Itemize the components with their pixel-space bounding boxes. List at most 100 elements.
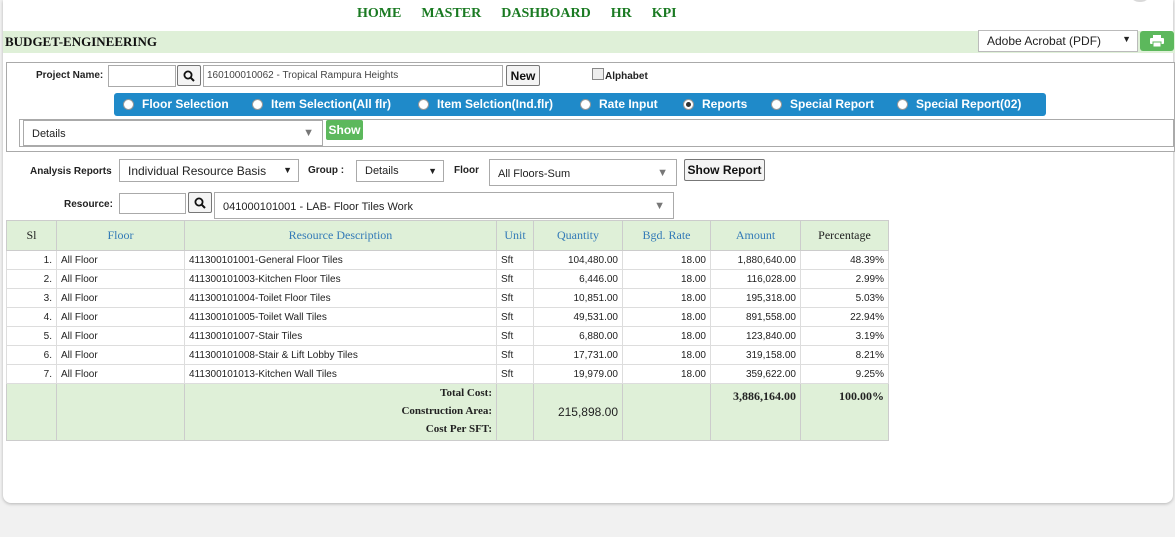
print-button[interactable]: [1140, 31, 1174, 51]
percentage-cell: 22.94%: [800, 307, 889, 327]
total-quantity: 215,898.00: [533, 383, 623, 441]
resource-description-cell: 411300101005-Toilet Wall Tiles: [184, 307, 497, 327]
floor-select[interactable]: All Floors-Sum ▼: [489, 159, 677, 186]
bgd-rate-cell: 18.00: [622, 288, 711, 308]
quantity-cell: 17,731.00: [533, 345, 623, 365]
show-report-button[interactable]: Show Report: [684, 159, 765, 181]
radio-icon: [771, 98, 782, 110]
export-format-value: Adobe Acrobat (PDF): [987, 34, 1102, 48]
nav-hr[interactable]: HR: [611, 6, 632, 22]
table-footer-row: Total Cost: Construction Area: Cost Per …: [6, 383, 889, 441]
column-header-unit: Unit: [496, 220, 534, 251]
search-icon: [183, 70, 195, 82]
unit-cell: Sft: [496, 288, 534, 308]
resource-label: Resource:: [64, 199, 113, 210]
alphabet-checkbox[interactable]: [592, 68, 604, 80]
project-name-field[interactable]: 160100010062 - Tropical Rampura Heights: [203, 65, 503, 87]
quantity-cell: 19,979.00: [533, 364, 623, 384]
column-header-quantity: Quantity: [533, 220, 623, 251]
quantity-cell: 6,446.00: [533, 269, 623, 289]
bgd-rate-cell: 18.00: [622, 307, 711, 327]
amount-cell: 891,558.00: [710, 307, 801, 327]
footer-cell: [56, 383, 185, 441]
amount-cell: 123,840.00: [710, 326, 801, 346]
export-format-select[interactable]: Adobe Acrobat (PDF) ▼: [978, 30, 1138, 52]
project-search-button[interactable]: [177, 65, 201, 86]
table-row: 1. All Floor 411300101001-General Floor Ti…: [6, 250, 889, 270]
resource-description-cell: 411300101004-Toilet Floor Tiles: [184, 288, 497, 308]
resource-select-value: 041000101001 - LAB- Floor Tiles Work: [223, 201, 413, 213]
percentage-cell: 3.19%: [800, 326, 889, 346]
column-header-percentage: Percentage: [800, 220, 889, 251]
report-mode-tabs: Floor Selection Item Selection(All flr) …: [114, 93, 1046, 116]
total-amount: 3,886,164.00: [710, 383, 801, 441]
tab-rate-input[interactable]: Rate Input: [580, 97, 658, 111]
report-type-value: Individual Resource Basis: [128, 164, 267, 178]
nav-master[interactable]: MASTER: [421, 6, 481, 22]
show-button[interactable]: Show: [326, 120, 363, 140]
new-button[interactable]: New: [506, 65, 540, 86]
table-row: 3. All Floor 411300101004-Toilet Floor Til…: [6, 288, 889, 308]
floor-select-value: All Floors-Sum: [498, 168, 571, 180]
tab-floor-selection[interactable]: Floor Selection: [123, 97, 229, 111]
tab-special-report[interactable]: Special Report: [771, 97, 874, 111]
quantity-cell: 6,880.00: [533, 326, 623, 346]
resource-description-cell: 411300101008-Stair & Lift Lobby Tiles: [184, 345, 497, 365]
resource-code-input[interactable]: [119, 193, 186, 214]
resource-description-cell: 411300101007-Stair Tiles: [184, 326, 497, 346]
report-table: Sl Floor Resource Description Unit Quant…: [6, 220, 889, 441]
bgd-rate-cell: 18.00: [622, 364, 711, 384]
tab-label: Special Report(02): [916, 97, 1022, 111]
tab-item-selection-ind-floor[interactable]: Item Selction(Ind.flr): [418, 97, 553, 111]
bgd-rate-cell: 18.00: [622, 326, 711, 346]
bgd-rate-cell: 18.00: [622, 269, 711, 289]
percentage-cell: 9.25%: [800, 364, 889, 384]
chevron-down-icon: ▼: [303, 127, 314, 139]
radio-selected-icon: [683, 98, 694, 110]
tab-item-selection-all-floor[interactable]: Item Selection(All flr): [252, 97, 391, 111]
resource-search-button[interactable]: [188, 192, 212, 213]
unit-cell: Sft: [496, 364, 534, 384]
report-type-select[interactable]: Individual Resource Basis ▼: [119, 159, 299, 182]
floor-label: Floor: [454, 165, 479, 176]
amount-cell: 195,318.00: [710, 288, 801, 308]
details-select[interactable]: Details ▼: [23, 120, 323, 146]
group-select-value: Details: [365, 165, 399, 177]
amount-cell: 116,028.00: [710, 269, 801, 289]
footer-cell: [496, 383, 534, 441]
floor-cell: All Floor: [56, 269, 185, 289]
quantity-cell: 10,851.00: [533, 288, 623, 308]
group-label: Group :: [308, 165, 345, 176]
tab-reports[interactable]: Reports: [683, 97, 747, 111]
footer-cell: [622, 383, 711, 441]
table-row: 4. All Floor 411300101005-Toilet Wall Tile…: [6, 307, 889, 327]
group-select[interactable]: Details ▼: [356, 160, 444, 182]
floor-cell: All Floor: [56, 288, 185, 308]
sl-cell: 2.: [6, 269, 57, 289]
unit-cell: Sft: [496, 307, 534, 327]
percentage-cell: 2.99%: [800, 269, 889, 289]
total-cost-label: Total Cost:: [440, 387, 492, 399]
quantity-cell: 49,531.00: [533, 307, 623, 327]
table-row: 7. All Floor 411300101013-Kitchen Wall Til…: [6, 364, 889, 384]
details-select-value: Details: [32, 128, 66, 140]
nav-kpi[interactable]: KPI: [652, 6, 677, 22]
table-row: 2. All Floor 411300101003-Kitchen Floor Ti…: [6, 269, 889, 289]
tab-label: Rate Input: [599, 97, 658, 111]
nav-dashboard[interactable]: DASHBOARD: [501, 6, 590, 22]
percentage-cell: 48.39%: [800, 250, 889, 270]
cost-per-sft-label: Cost Per SFT:: [425, 423, 492, 435]
project-code-input[interactable]: [108, 65, 176, 87]
top-nav: HOME MASTER DASHBOARD HR KPI: [357, 6, 677, 22]
chevron-down-icon: ▼: [657, 167, 668, 179]
column-header-bgd-rate: Bgd. Rate: [622, 220, 711, 251]
filter-panel: Project Name: 160100010062 - Tropical Ra…: [6, 62, 1175, 152]
tab-label: Item Selection(All flr): [271, 97, 392, 111]
table-row: 6. All Floor 411300101008-Stair & Lift Lob…: [6, 345, 889, 365]
nav-home[interactable]: HOME: [357, 6, 401, 22]
project-name-label: Project Name:: [36, 70, 104, 81]
tab-special-report-02[interactable]: Special Report(02): [897, 97, 1021, 111]
resource-select[interactable]: 041000101001 - LAB- Floor Tiles Work ▼: [214, 192, 674, 219]
radio-icon: [580, 98, 591, 110]
bgd-rate-cell: 18.00: [622, 250, 711, 270]
